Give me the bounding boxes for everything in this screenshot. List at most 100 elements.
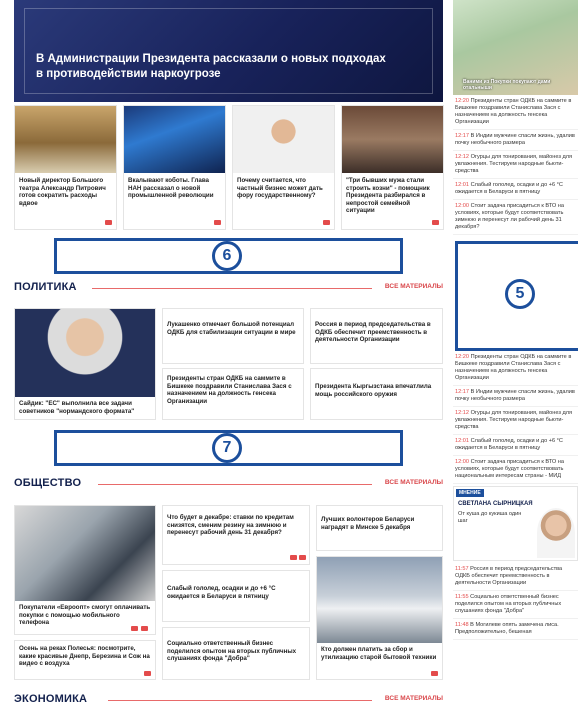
news-text[interactable]: В Индии мужчине спасли жизнь, удалив поч… (455, 133, 575, 146)
news-feed-item[interactable]: 11:48 В Могилеве опять замечена лиса. Пр… (453, 619, 578, 640)
section-header-politics: ПОЛИТИКА ВСЕ МАТЕРИАЛЫ (14, 281, 443, 295)
news-card-title[interactable]: Россия в период председательства в ОДКБ … (311, 309, 442, 348)
news-time: 12:20 (455, 98, 469, 104)
news-time: 12:12 (455, 154, 469, 160)
society-photo-card[interactable]: Кто должен платить за сбор и утилизацию … (316, 556, 443, 680)
opinion-quote[interactable]: От куша до кукиша один шаг (458, 511, 528, 525)
camera-icon (105, 220, 112, 225)
news-feed-item[interactable]: 12:12 Огурцы для тонирования, майонез дл… (453, 407, 578, 435)
society-main-image (15, 506, 155, 601)
camera-icon (323, 220, 330, 225)
news-time: 11:48 (455, 622, 469, 628)
news-card[interactable]: Слабый гололед, осадки и до +6 °С ожидае… (162, 570, 310, 622)
camera-icon (431, 671, 438, 676)
divider (92, 288, 372, 289)
news-text[interactable]: Стоит задача присадиться к ВТО на услови… (455, 459, 564, 479)
news-card-title[interactable]: Лучших волонтеров Беларуси наградят в Ми… (317, 506, 442, 535)
camera-icon (214, 220, 221, 225)
news-time: 12:17 (455, 133, 469, 139)
hero-banner[interactable]: В Администрации Президента рассказали о … (14, 0, 443, 102)
news-text[interactable]: В Могилеве опять замечена лиса. Предполо… (455, 622, 559, 635)
ad-number-badge: 6 (212, 241, 242, 271)
news-text[interactable]: Россия в период председательства ОДКБ об… (455, 566, 562, 586)
all-materials-link[interactable]: ВСЕ МАТЕРИАЛЫ (385, 479, 443, 486)
news-time: 12:12 (455, 410, 469, 416)
thumb-caption[interactable]: Вкалывают коботы. Глава НАН рассказал о … (124, 173, 225, 200)
news-card[interactable]: Президента Кыргызстана впечатлила мощь р… (310, 368, 443, 420)
ad-number-badge: 5 (505, 279, 535, 309)
section-title: ОБЩЕСТВО (14, 477, 82, 489)
news-card-title[interactable]: Лукашенко отмечает большой потенциал ОДК… (163, 309, 303, 340)
divider (108, 700, 372, 701)
news-card[interactable]: Лукашенко отмечает большой потенциал ОДК… (162, 308, 304, 364)
news-text[interactable]: Социально ответственный бизнес поделился… (455, 594, 561, 614)
news-feed-item[interactable]: 12:01 Слабый гололед, осадки и до +6 °С … (453, 179, 578, 200)
news-card[interactable]: Россия в период председательства в ОДКБ … (310, 308, 443, 364)
opinion-card[interactable]: МНЕНИЕ СВЕТЛАНА СЫРНИЦКАЯ От куша до кук… (453, 486, 578, 561)
news-time: 12:01 (455, 182, 469, 188)
thumb-card[interactable]: Новый директор Большого театра Александр… (14, 105, 117, 230)
news-card[interactable]: Социально ответственный бизнес поделился… (162, 627, 310, 680)
news-time: 12:00 (455, 459, 469, 465)
news-card-title[interactable]: Осень на реках Полесья: посмотрите, каки… (15, 641, 155, 672)
news-text[interactable]: В Индии мужчине спасли жизнь, удалив поч… (455, 389, 575, 402)
thumb-caption[interactable]: Новый директор Большого театра Александр… (15, 173, 116, 207)
all-materials-link[interactable]: ВСЕ МАТЕРИАЛЫ (385, 695, 443, 702)
news-feed-item[interactable]: 12:17 В Индии мужчине спасли жизнь, удал… (453, 386, 578, 407)
news-feed-item[interactable]: 12:00 Стоит задача присадиться к ВТО на … (453, 456, 578, 484)
camera-icon (144, 671, 151, 676)
thumb-card[interactable]: "Три бывших мужа стали строить козни" - … (341, 105, 444, 230)
sidebar-image[interactable]: Ваними из Покупки покупают дами отальныш… (453, 0, 578, 95)
thumb-caption[interactable]: "Три бывших мужа стали строить козни" - … (342, 173, 443, 215)
section-title: ПОЛИТИКА (14, 281, 77, 293)
politics-main-caption[interactable]: Сайдик: "ЕС" выполнила все задачи советн… (15, 397, 155, 419)
all-materials-link[interactable]: ВСЕ МАТЕРИАЛЫ (385, 283, 443, 290)
news-text[interactable]: Президенты стран ОДКБ на саммите в Бишке… (455, 98, 571, 125)
page: В Администрации Президента рассказали о … (0, 0, 578, 719)
news-time: 11:57 (455, 566, 469, 572)
news-card[interactable]: Лучших волонтеров Беларуси наградят в Ми… (316, 505, 443, 551)
opinion-author[interactable]: СВЕТЛАНА СЫРНИЦКАЯ (458, 501, 533, 507)
news-card-title[interactable]: Что будет в декабре: ставки по кредитам … (163, 506, 309, 541)
camera-icon (290, 555, 297, 560)
news-text[interactable]: Слабый гололед, осадки и до +6 °С ожидае… (455, 182, 563, 195)
news-card-title[interactable]: Президента Кыргызстана впечатлила мощь р… (311, 369, 442, 402)
news-card[interactable]: Президенты стран ОДКБ на саммите в Бишке… (162, 368, 304, 420)
news-time: 12:20 (455, 354, 469, 360)
thumb-image (233, 106, 334, 173)
thumb-card[interactable]: Почему считается, что частный бизнес мож… (232, 105, 335, 230)
thumb-caption[interactable]: Почему считается, что частный бизнес мож… (233, 173, 334, 200)
news-text[interactable]: Слабый гололед, осадки и до +6 °С ожидае… (455, 438, 563, 451)
politics-main-card[interactable]: Сайдик: "ЕС" выполнила все задачи советн… (14, 308, 156, 420)
sidebar: Ваними из Покупки покупают дами отальныш… (453, 0, 578, 640)
news-feed-item[interactable]: 11:57 Россия в период председательства О… (453, 563, 578, 591)
news-feed-item[interactable]: 12:20 Президенты стран ОДКБ на саммите в… (453, 95, 578, 130)
hero-title[interactable]: В Администрации Президента рассказали о … (36, 52, 396, 82)
news-time: 12:00 (455, 203, 469, 209)
society-photo-image (317, 557, 442, 643)
news-text[interactable]: Огурцы для тонирования, майонез для увла… (455, 154, 572, 174)
news-card-title[interactable]: Президенты стран ОДКБ на саммите в Бишке… (163, 369, 303, 409)
opinion-tag: МНЕНИЕ (456, 489, 484, 497)
news-feed-item[interactable]: 12:17 В Индии мужчине спасли жизнь, удал… (453, 130, 578, 151)
news-time: 12:17 (455, 389, 469, 395)
news-time: 11:55 (455, 594, 469, 600)
society-photo-caption[interactable]: Кто должен платить за сбор и утилизацию … (317, 643, 442, 665)
news-feed-item[interactable]: 12:01 Слабый гололед, осадки и до +6 °С … (453, 435, 578, 456)
news-card[interactable]: Осень на реках Полесья: посмотрите, каки… (14, 640, 156, 680)
section-title: ЭКОНОМИКА (14, 693, 88, 705)
news-feed-item[interactable]: 12:12 Огурцы для тонирования, майонез дл… (453, 151, 578, 179)
society-main-card[interactable]: Покупатели «Евроопт» смогут оплачивать п… (14, 505, 156, 635)
news-feed-item[interactable]: 12:00 Стоит задача присадиться к ВТО на … (453, 200, 578, 235)
news-card[interactable]: Что будет в декабре: ставки по кредитам … (162, 505, 310, 565)
main-column: В Администрации Президента рассказали о … (14, 0, 444, 705)
thumb-image (342, 106, 443, 173)
news-feed-item[interactable]: 12:20 Президенты стран ОДКБ на саммите в… (453, 351, 578, 386)
news-text[interactable]: Президенты стран ОДКБ на саммите в Бишке… (455, 354, 571, 381)
news-card-title[interactable]: Слабый гололед, осадки и до +6 °С ожидае… (163, 571, 309, 604)
thumb-card[interactable]: Вкалывают коботы. Глава НАН рассказал о … (123, 105, 226, 230)
news-feed-item[interactable]: 11:55 Социально ответственный бизнес под… (453, 591, 578, 619)
news-text[interactable]: Огурцы для тонирования, майонез для увла… (455, 410, 572, 430)
news-text[interactable]: Стоит задача присадиться к ВТО на услови… (455, 203, 564, 230)
news-card-title[interactable]: Социально ответственный бизнес поделился… (163, 628, 309, 667)
